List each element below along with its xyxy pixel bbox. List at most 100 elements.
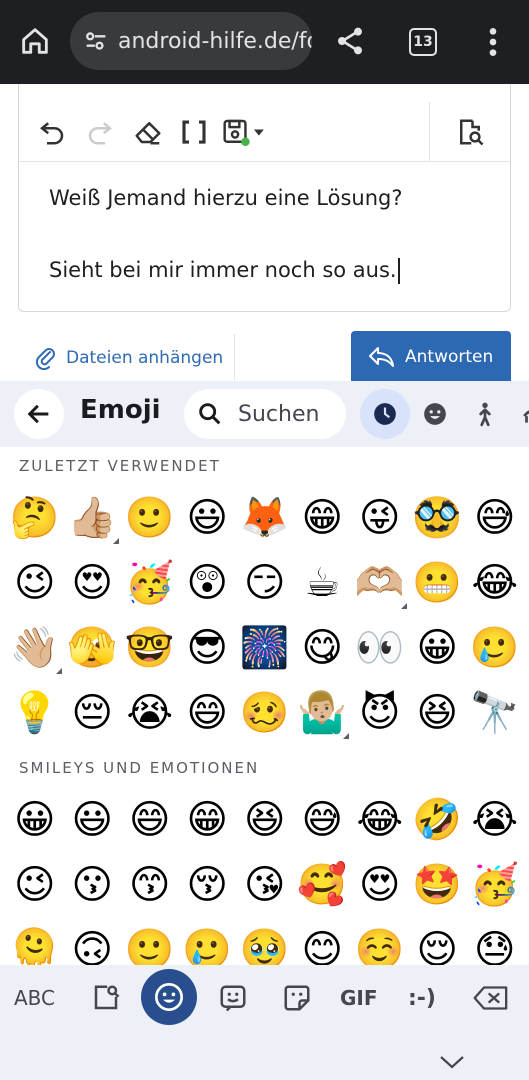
emoji-key[interactable]: 😆 xyxy=(409,683,467,743)
category-people[interactable] xyxy=(460,389,510,439)
editor-toolbar-area xyxy=(19,84,510,162)
editor-content[interactable]: Weiß Jemand hierzu eine Lösung? Sieht be… xyxy=(49,180,403,288)
emoji-key[interactable]: ☕ xyxy=(294,553,352,613)
emoji-key[interactable]: 😍 xyxy=(351,855,409,915)
emoji-key[interactable]: 😅 xyxy=(294,790,352,850)
emoji-row: 😉 😍 🥳 😲 😏 ☕ 🫶🏼 😬 😂 xyxy=(6,553,526,613)
action-divider xyxy=(234,334,235,380)
emoji-key[interactable]: 🥸 xyxy=(409,488,467,548)
emoji-key[interactable]: 😏 xyxy=(236,553,294,613)
gif-key[interactable]: GIF xyxy=(340,979,378,1017)
backspace-key[interactable] xyxy=(470,979,512,1017)
emoji-key[interactable]: 💡 xyxy=(6,683,64,743)
emoji-key[interactable]: 😭 xyxy=(121,683,179,743)
emoji-key[interactable]: 😁 xyxy=(294,488,352,548)
emoji-key[interactable]: 😜 xyxy=(351,488,409,548)
emoji-key[interactable]: 😂 xyxy=(351,790,409,850)
emoji-tab-key[interactable] xyxy=(141,969,197,1025)
emoji-search-key[interactable] xyxy=(90,979,122,1017)
emoji-key[interactable]: 🙂 xyxy=(121,488,179,548)
chevron-down-icon[interactable] xyxy=(438,1053,466,1071)
emoji-key[interactable]: 🤣 xyxy=(409,790,467,850)
emoji-key[interactable]: 😋 xyxy=(294,618,352,678)
emoji-key[interactable]: 🥳 xyxy=(466,855,524,915)
more-vert-icon[interactable] xyxy=(482,26,504,58)
emoji-key[interactable]: 😭 xyxy=(466,790,524,850)
reply-label: Antworten xyxy=(405,347,494,367)
eraser-icon[interactable] xyxy=(133,117,163,147)
emoji-key[interactable]: 🤩 xyxy=(409,855,467,915)
sticker-search-icon xyxy=(94,985,120,1010)
emoji-key[interactable]: 😃 xyxy=(64,790,122,850)
save-draft-icon[interactable] xyxy=(221,117,265,147)
home-icon[interactable] xyxy=(18,24,52,58)
emoji-key[interactable]: 🥴 xyxy=(236,683,294,743)
emoji-key[interactable]: 😁 xyxy=(179,790,237,850)
emoji-key[interactable]: 🤔 xyxy=(6,488,64,548)
reply-button[interactable]: Antworten xyxy=(351,331,511,383)
section-recent-label: ZULETZT VERWENDET xyxy=(19,457,221,475)
emoji-key[interactable]: 👋🏼 xyxy=(6,618,64,678)
emoji-key[interactable]: 😂 xyxy=(466,553,524,613)
site-settings-icon[interactable] xyxy=(82,27,110,55)
redo-icon[interactable] xyxy=(85,117,115,147)
emoji-key[interactable]: 😈 xyxy=(351,683,409,743)
category-recent[interactable] xyxy=(360,389,410,439)
emoji-key[interactable]: 😀 xyxy=(409,618,467,678)
emoji-row: 🤔 👍🏼 🙂 😃 🦊 😁 😜 🥸 😅 xyxy=(6,488,526,548)
emoji-key[interactable]: 😗 xyxy=(64,855,122,915)
emoji-key[interactable]: 👀 xyxy=(351,618,409,678)
emoji-key[interactable]: 🦊 xyxy=(236,488,294,548)
bbcode-icon[interactable] xyxy=(179,117,209,147)
emoji-tab-icon xyxy=(155,983,183,1011)
emoji-key[interactable]: 😬 xyxy=(409,553,467,613)
emoji-key[interactable]: 😄 xyxy=(121,790,179,850)
emoji-key[interactable]: 👍🏼 xyxy=(64,488,122,548)
emoji-key[interactable]: 😔 xyxy=(64,683,122,743)
emoji-key[interactable]: 🎆 xyxy=(236,618,294,678)
tab-switcher-icon[interactable]: 13 xyxy=(409,28,437,56)
emoji-key[interactable]: 😉 xyxy=(6,855,64,915)
emoji-key[interactable]: 😚 xyxy=(179,855,237,915)
reply-editor: Weiß Jemand hierzu eine Lösung? Sieht be… xyxy=(18,84,511,312)
emoji-key[interactable]: 😲 xyxy=(179,553,237,613)
emoji-key[interactable]: 😀 xyxy=(6,790,64,850)
emoticon-key[interactable]: :-) xyxy=(408,979,436,1017)
category-smileys[interactable] xyxy=(410,389,460,439)
emoji-key[interactable]: 🫶🏼 xyxy=(351,553,409,613)
emoticon-face-key[interactable] xyxy=(216,979,250,1017)
emoji-key[interactable]: 😃 xyxy=(179,488,237,548)
category-animals[interactable] xyxy=(508,389,529,439)
keyboard-bottom-bar: ABC GIF :-) xyxy=(0,965,529,1080)
preview-icon[interactable] xyxy=(455,117,485,147)
address-bar[interactable]: android-hilfe.de/fo xyxy=(70,12,312,70)
sticker-key[interactable] xyxy=(280,979,314,1017)
abc-key[interactable]: ABC xyxy=(14,979,55,1017)
emoji-key[interactable]: 🫣 xyxy=(64,618,122,678)
back-button[interactable] xyxy=(14,389,64,439)
emoji-key[interactable]: 🥲 xyxy=(466,618,524,678)
attach-files-button[interactable]: Dateien anhängen xyxy=(34,336,223,380)
emoji-key[interactable]: 😍 xyxy=(64,553,122,613)
emoji-key[interactable]: 😅 xyxy=(466,488,524,548)
share-icon[interactable] xyxy=(334,25,366,57)
emoji-key[interactable]: 😘 xyxy=(236,855,294,915)
emoji-key[interactable]: 🤓 xyxy=(121,618,179,678)
undo-icon[interactable] xyxy=(37,117,67,147)
editor-toolbar xyxy=(19,102,510,162)
emoji-row: 👋🏼 🫣 🤓 😎 🎆 😋 👀 😀 🥲 xyxy=(6,618,526,678)
emoji-key[interactable]: 😉 xyxy=(6,553,64,613)
emoji-key[interactable]: 😆 xyxy=(236,790,294,850)
emoji-key[interactable]: 🔭 xyxy=(466,683,524,743)
emoji-key[interactable]: 😙 xyxy=(121,855,179,915)
emoji-key[interactable]: 🥳 xyxy=(121,553,179,613)
emoji-key[interactable]: 😄 xyxy=(179,683,237,743)
section-smileys-label: SMILEYS UND EMOTIONEN xyxy=(19,759,260,777)
reply-icon xyxy=(369,347,394,367)
emoji-key[interactable]: 🤷🏼‍♂️ xyxy=(294,683,352,743)
emoji-search-input[interactable]: Suchen xyxy=(184,389,346,439)
emoji-key[interactable]: 🥰 xyxy=(294,855,352,915)
formatting-icons-row xyxy=(39,84,439,88)
emoji-key[interactable]: 😎 xyxy=(179,618,237,678)
url-text: android-hilfe.de/fo xyxy=(118,28,312,54)
